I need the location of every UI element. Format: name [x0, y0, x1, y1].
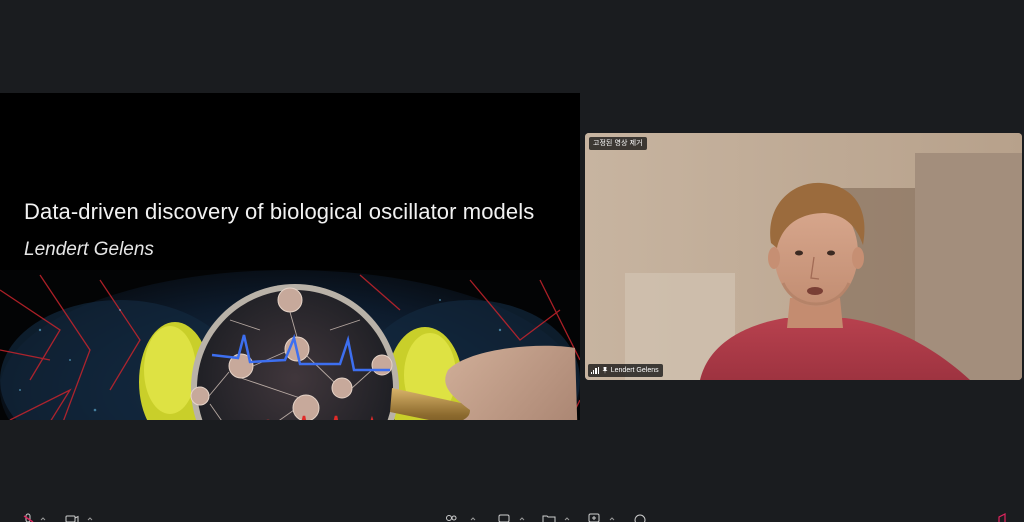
- participant-name: Lendert Gelens: [610, 367, 659, 374]
- participant-video-feed: [585, 133, 1022, 380]
- more-icon[interactable]: [633, 512, 647, 522]
- reactions-icon[interactable]: [587, 512, 601, 522]
- mic-options-chevron-icon[interactable]: [40, 512, 46, 522]
- participant-name-tag: Lendert Gelens: [588, 364, 663, 377]
- slide-author: Lendert Gelens: [24, 239, 154, 260]
- connection-signal-icon: [591, 367, 599, 374]
- chat-icon[interactable]: [497, 512, 511, 522]
- pin-icon: [602, 367, 608, 374]
- meeting-toolbar: [0, 512, 1024, 522]
- participants-icon[interactable]: [444, 512, 458, 522]
- video-camera-icon[interactable]: [64, 512, 80, 522]
- share-chevron-icon[interactable]: [564, 512, 570, 522]
- video-options-chevron-icon[interactable]: [87, 512, 93, 522]
- shared-screen[interactable]: Data-driven discovery of biological osci…: [0, 93, 580, 420]
- participant-video-tile[interactable]: 고정된 영상 제거 Lendert Gelens: [585, 133, 1022, 380]
- participants-chevron-icon[interactable]: [470, 512, 476, 522]
- reactions-chevron-icon[interactable]: [609, 512, 615, 522]
- meeting-window: Data-driven discovery of biological osci…: [0, 0, 1024, 522]
- chat-chevron-icon[interactable]: [519, 512, 525, 522]
- slide-title: Data-driven discovery of biological osci…: [24, 199, 535, 224]
- leave-icon[interactable]: [996, 512, 1010, 522]
- slide-illustration: [0, 270, 580, 420]
- unpin-video-button[interactable]: 고정된 영상 제거: [589, 137, 647, 150]
- mic-icon[interactable]: [22, 512, 36, 522]
- share-screen-icon[interactable]: [541, 512, 557, 522]
